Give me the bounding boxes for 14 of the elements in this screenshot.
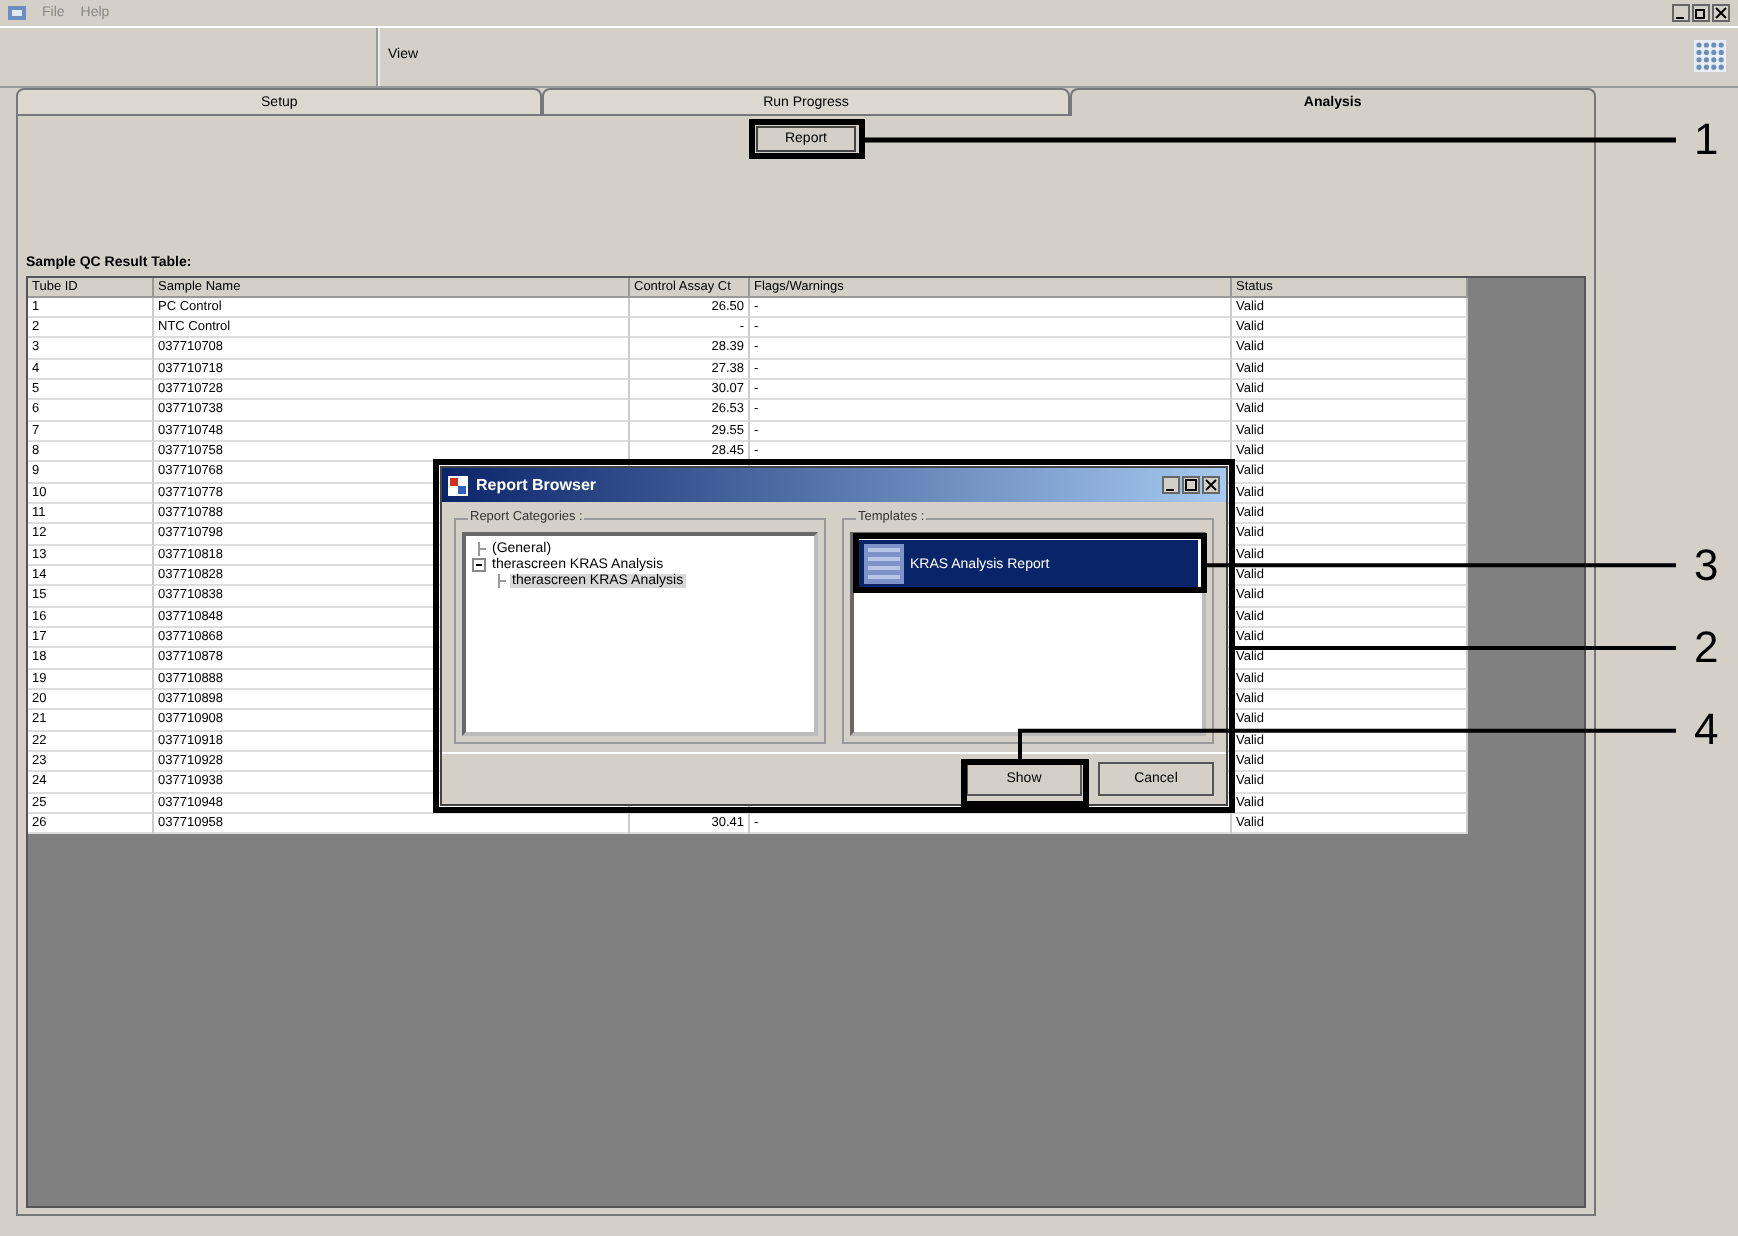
plate-icon: [1694, 40, 1726, 72]
callout-number: 3: [1694, 544, 1719, 588]
callout-number: 2: [1694, 626, 1719, 670]
tree-line-icon: [472, 542, 486, 556]
callout-number: 4: [1694, 708, 1719, 752]
highlight-frame: [749, 119, 865, 159]
callout-number: 1: [1694, 118, 1719, 162]
minimize-icon: [1162, 476, 1180, 494]
maximize-icon: [1182, 476, 1200, 494]
template-icon: [864, 544, 904, 584]
app-icon: [8, 4, 26, 22]
report-icon: [448, 475, 468, 495]
tree-line-icon: [492, 574, 506, 588]
close-icon: [1202, 476, 1220, 494]
